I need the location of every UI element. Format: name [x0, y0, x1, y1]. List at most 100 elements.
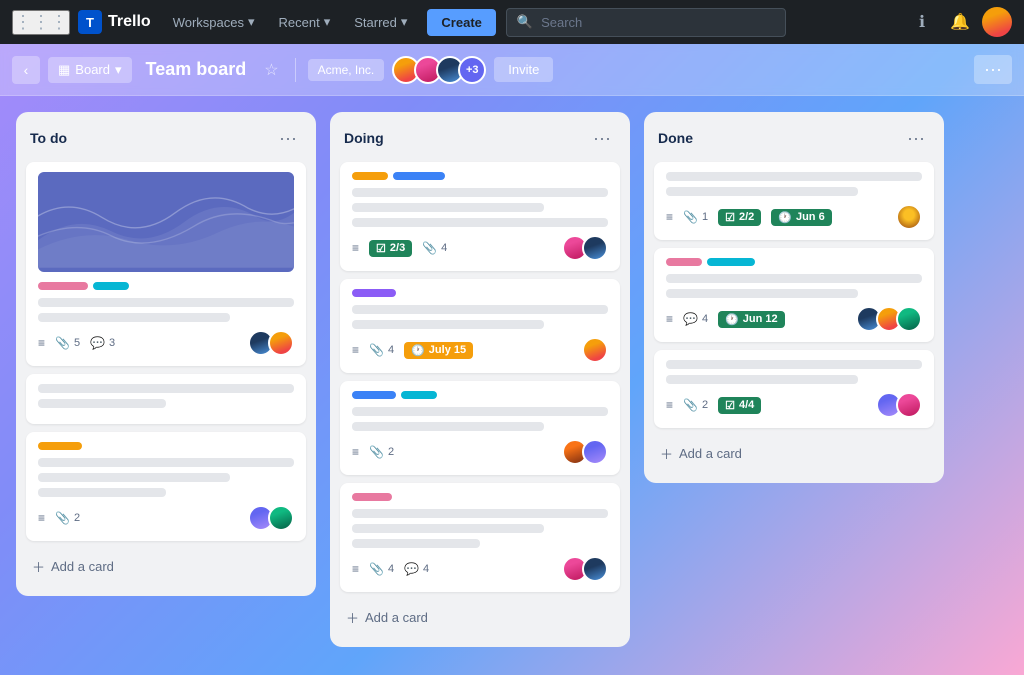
card-meta-attachments: 📎 2	[683, 398, 708, 412]
recent-menu[interactable]: Recent ▾	[269, 8, 341, 36]
create-button[interactable]: Create	[427, 9, 495, 36]
card-cover-image	[38, 172, 294, 272]
plus-icon: ＋	[346, 608, 359, 627]
card-text-line	[352, 422, 544, 431]
card-todo-2[interactable]	[26, 374, 306, 424]
card-member-avatars	[876, 392, 922, 418]
trello-logo-icon: T	[78, 10, 102, 34]
workspace-chip[interactable]: Acme, Inc.	[308, 59, 385, 81]
attachment-icon: 📎	[369, 445, 384, 459]
card-doing-3[interactable]: ≡ 📎 2	[340, 381, 620, 475]
card-text-line	[352, 509, 608, 518]
member-avatar-overflow[interactable]: +3	[458, 56, 486, 84]
clock-icon: 🕐	[778, 211, 792, 224]
label-teal	[401, 391, 437, 399]
column-doing: Doing ··· ≡ ☑ 2/3 📎 4	[330, 112, 630, 647]
card-member-avatar	[896, 204, 922, 230]
card-footer: ≡ 📎 1 ☑ 2/2 🕐 Jun 6	[666, 204, 922, 230]
card-text-line	[666, 375, 858, 384]
list-icon: ≡	[352, 343, 359, 357]
card-text-line	[38, 384, 294, 393]
card-footer: ≡ 📎 4 🕐 July 15	[352, 337, 608, 363]
column-header-doing: Doing ···	[340, 124, 620, 152]
app-logo[interactable]: T Trello	[78, 10, 151, 34]
card-meta-list: ≡	[352, 241, 359, 255]
workspaces-menu[interactable]: Workspaces ▾	[163, 8, 265, 36]
card-meta-attachments: 📎 5	[55, 336, 80, 350]
card-footer: ≡ 💬 4 🕐 Jun 12	[666, 306, 922, 332]
card-done-3[interactable]: ≡ 📎 2 ☑ 4/4	[654, 350, 934, 428]
list-icon: ≡	[352, 445, 359, 459]
notifications-button[interactable]: 🔔	[944, 6, 976, 38]
card-text-line	[666, 172, 922, 181]
card-member-avatars	[562, 439, 608, 465]
add-card-button-done[interactable]: ＋ Add a card	[654, 436, 934, 471]
card-labels	[352, 172, 608, 180]
card-done-1[interactable]: ≡ 📎 1 ☑ 2/2 🕐 Jun 6	[654, 162, 934, 240]
card-member-avatar	[268, 330, 294, 356]
card-member-avatars	[562, 235, 608, 261]
card-text-line	[352, 218, 608, 227]
star-button[interactable]: ☆	[260, 56, 282, 84]
card-todo-3[interactable]: ≡ 📎 2	[26, 432, 306, 541]
list-icon: ≡	[666, 210, 673, 224]
checklist-badge: ☑ 4/4	[718, 397, 761, 414]
card-doing-4[interactable]: ≡ 📎 4 💬 4	[340, 483, 620, 592]
card-meta-attachments: 📎 4	[422, 241, 447, 255]
list-icon: ≡	[352, 241, 359, 255]
comment-icon: 💬	[404, 562, 419, 576]
label-blue	[352, 391, 396, 399]
card-member-avatars	[896, 204, 922, 230]
search-bar[interactable]: 🔍	[506, 8, 786, 37]
card-member-avatar	[582, 439, 608, 465]
due-date-badge: 🕐 Jun 6	[771, 209, 831, 226]
add-card-button-doing[interactable]: ＋ Add a card	[340, 600, 620, 635]
attachment-icon: 📎	[683, 398, 698, 412]
column-menu-button-doing[interactable]: ···	[588, 124, 616, 152]
card-text-line	[666, 187, 858, 196]
board-members-avatars: +3	[392, 56, 486, 84]
chevron-down-icon: ▾	[115, 62, 122, 78]
due-date-badge: 🕐 July 15	[404, 342, 473, 359]
card-text-line	[352, 203, 544, 212]
comment-icon: 💬	[90, 336, 105, 350]
card-doing-1[interactable]: ≡ ☑ 2/3 📎 4	[340, 162, 620, 271]
list-icon: ≡	[666, 398, 673, 412]
column-menu-button-done[interactable]: ···	[902, 124, 930, 152]
card-checklist-badge: ☑ 2/2	[718, 209, 761, 226]
card-member-avatar	[582, 556, 608, 582]
card-labels	[352, 289, 608, 297]
card-text-line	[38, 298, 294, 307]
header-divider	[295, 58, 296, 82]
checklist-icon: ☑	[725, 211, 735, 224]
card-todo-1[interactable]: ≡ 📎 5 💬 3	[26, 162, 306, 366]
sidebar-collapse-button[interactable]: ‹	[12, 56, 40, 84]
chevron-down-icon: ▾	[324, 14, 331, 30]
add-card-button-todo[interactable]: ＋ Add a card	[26, 549, 306, 584]
info-button[interactable]: ℹ	[906, 6, 938, 38]
card-done-2[interactable]: ≡ 💬 4 🕐 Jun 12	[654, 248, 934, 342]
search-input[interactable]	[541, 9, 775, 36]
board-more-button[interactable]: ···	[974, 55, 1012, 84]
plus-icon: ＋	[32, 557, 45, 576]
column-menu-button-todo[interactable]: ···	[274, 124, 302, 152]
card-member-avatar	[896, 392, 922, 418]
list-icon: ≡	[38, 336, 45, 350]
card-checklist-badge: ☑ 4/4	[718, 397, 761, 414]
board-view-button[interactable]: ▦ Board ▾	[48, 57, 132, 83]
invite-button[interactable]: Invite	[494, 57, 553, 82]
card-doing-2[interactable]: ≡ 📎 4 🕐 July 15	[340, 279, 620, 373]
comment-icon: 💬	[683, 312, 698, 326]
nav-right-actions: ℹ 🔔	[906, 6, 1012, 38]
column-done: Done ··· ≡ 📎 1 ☑ 2/2 🕐 Jun 6	[644, 112, 944, 483]
checklist-icon: ☑	[376, 242, 386, 255]
user-avatar[interactable]	[982, 7, 1012, 37]
card-due-badge: 🕐 Jun 6	[771, 209, 831, 226]
card-text-line	[666, 360, 922, 369]
card-member-avatar	[582, 337, 608, 363]
grid-icon[interactable]: ⋮⋮⋮	[12, 10, 70, 35]
card-text-line	[666, 289, 858, 298]
card-meta-list: ≡	[38, 511, 45, 525]
label-pink	[38, 282, 88, 290]
starred-menu[interactable]: Starred ▾	[344, 8, 417, 36]
